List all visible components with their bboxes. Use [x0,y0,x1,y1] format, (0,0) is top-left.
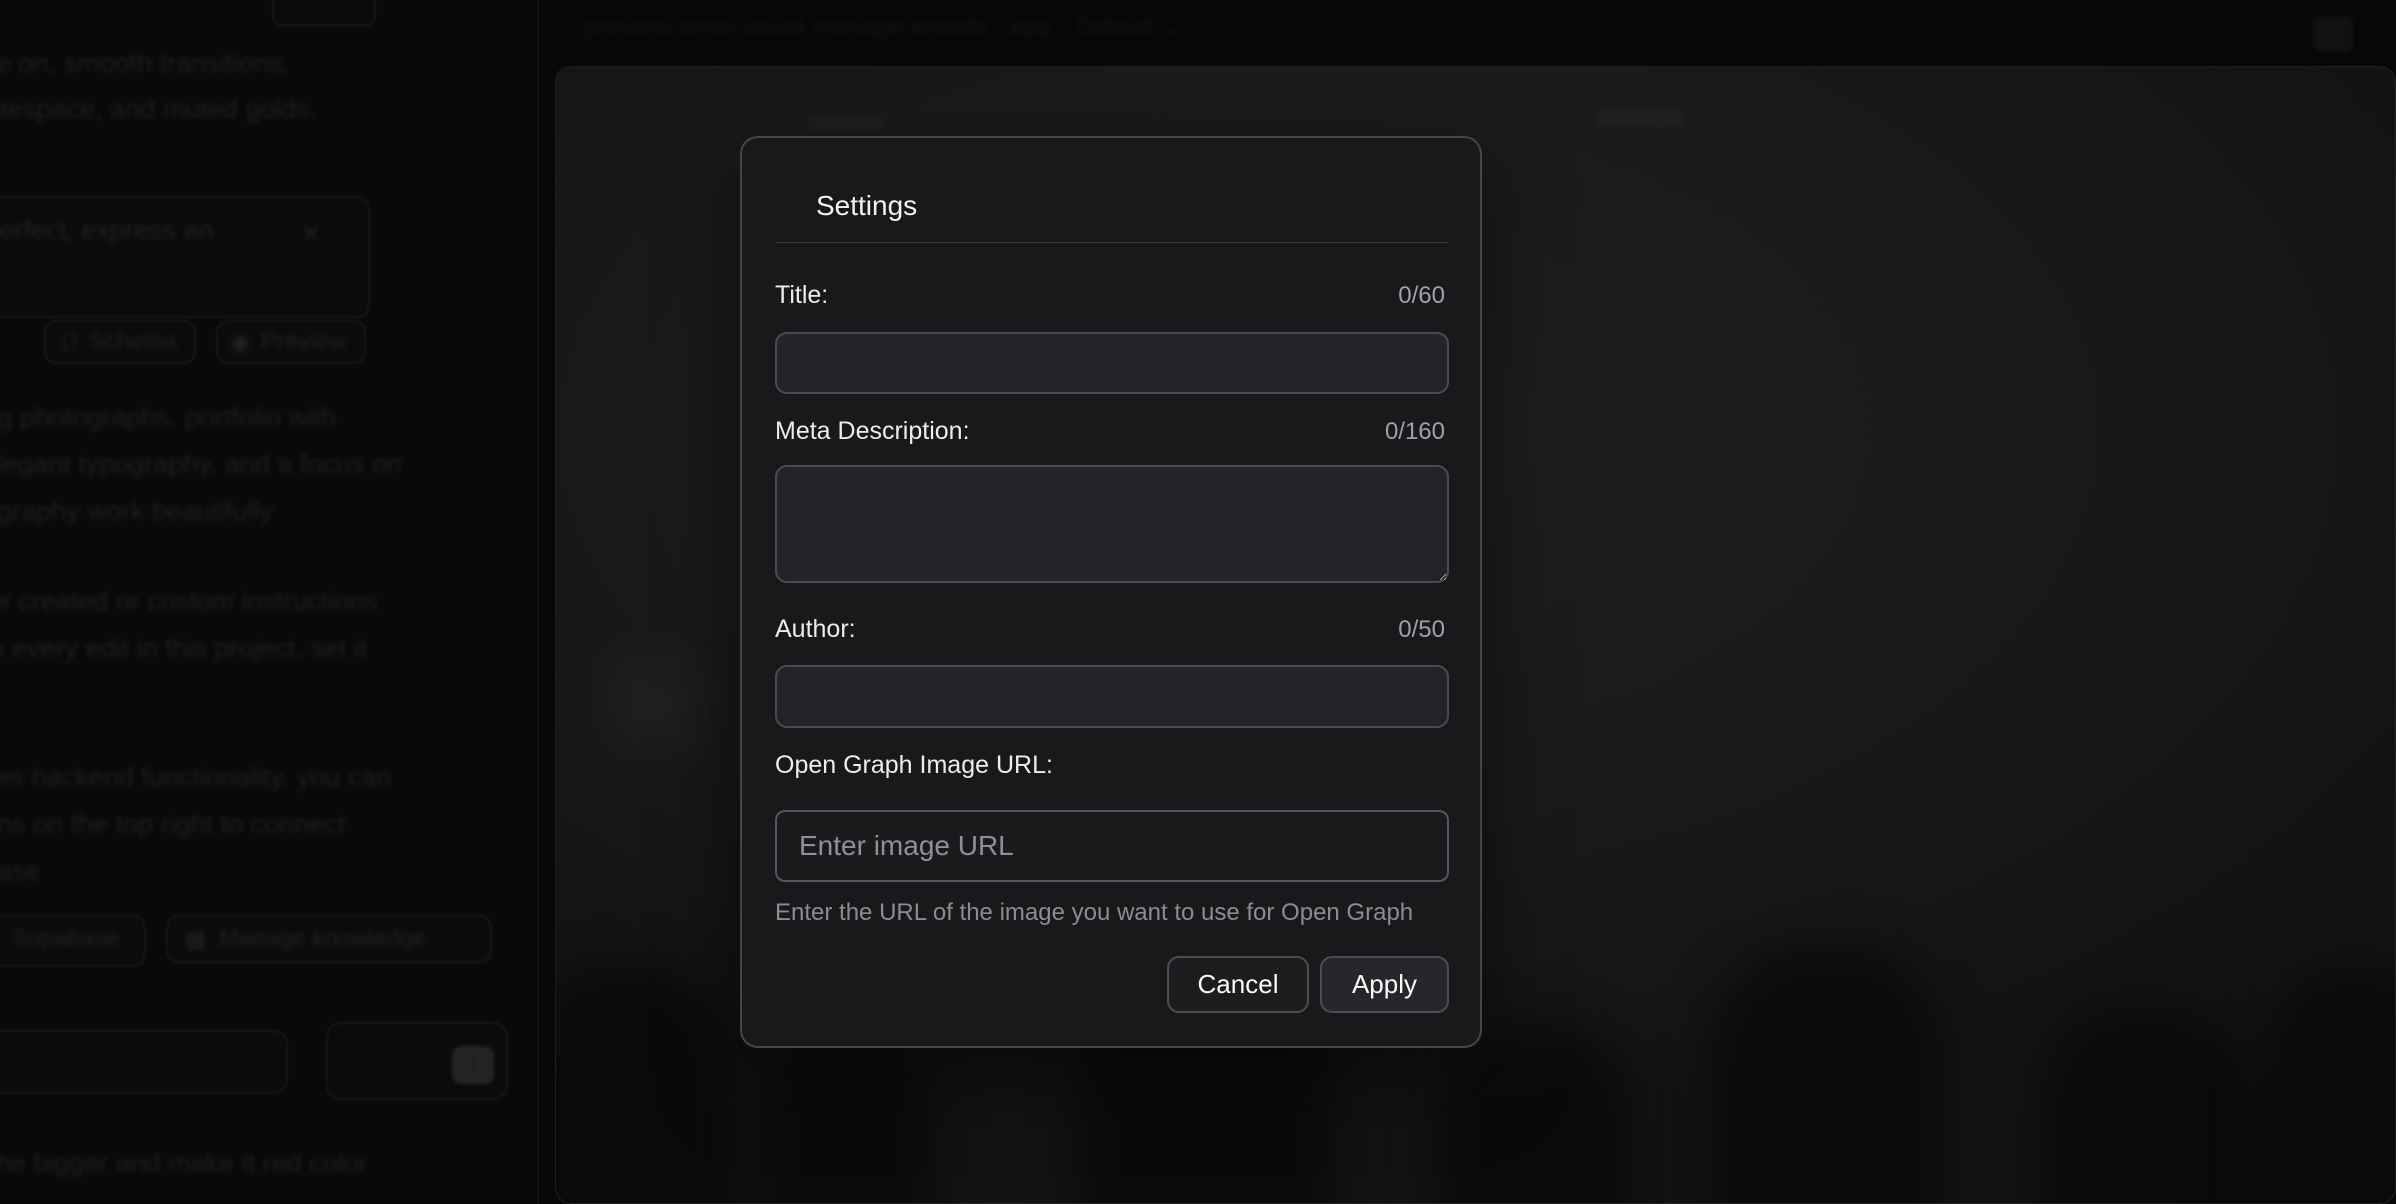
title-char-counter: 0/60 [1398,282,1445,310]
chat-message-text: ng photographs, portfolio with [0,402,336,433]
chat-message-text: type on, smooth transitions, [0,48,290,79]
author-char-counter: 0/50 [1398,616,1445,644]
send-icon: ↑ [468,1052,479,1078]
og-image-url-helper-text: Enter the URL of the image you want to u… [775,899,1413,927]
notice-card-text: perfect, express an [0,215,214,246]
dialog-title: Settings [816,190,917,222]
tree-silhouette [2256,963,2396,1204]
eye-icon: ◉ [230,328,251,357]
code-icon: ⟨⟩ [60,328,79,357]
chat-user-prompt: the bigger and make it red color [0,1148,368,1179]
title-field-label: Title: [775,281,828,310]
meta-description-char-counter: 0/160 [1385,418,1445,446]
chat-message-text: elegant typography, and a focus on [0,449,402,480]
chat-message-text: to every edit in this project, set it [0,633,368,664]
project-url: preview-write-visual-manage-knowle...app [585,13,1052,41]
title-input[interactable] [775,332,1449,394]
background-blob [806,115,886,131]
toggle-preview-label: Preview [261,328,346,356]
background-glow [574,622,734,782]
manage-knowledge-button[interactable]: ▦ Manage knowledge [166,915,492,963]
sidebar-tab[interactable] [272,0,376,26]
author-input[interactable] [775,665,1449,728]
environment-selector: · Default ⌄ [1059,13,1181,41]
og-image-url-input[interactable] [775,810,1449,882]
divider [775,242,1449,243]
meta-description-field-label: Meta Description: [775,417,970,446]
chat-input[interactable] [0,1030,288,1094]
manage-knowledge-label: Manage knowledge [219,925,427,953]
tree-silhouette [1706,943,1946,1204]
og-image-url-field-label: Open Graph Image URL: [775,751,1053,780]
chat-message-text: whitespace, and muted golds. [0,94,317,125]
meta-description-textarea[interactable] [775,465,1449,583]
knowledge-icon: ▦ [184,925,207,954]
project-url-breadcrumb[interactable]: preview-write-visual-manage-knowle...app… [585,12,1181,42]
chat-message-text: ve created or custom instructions [0,586,378,617]
chat-message-text: ography work beautifully [0,496,273,527]
window-control-icon[interactable] [2312,16,2354,52]
supabase-button-label: Supabase [12,925,120,953]
tree-silhouette [756,1043,936,1204]
tree-silhouette [2036,1003,2256,1204]
author-field-label: Author: [775,615,856,644]
chat-message-text: ons on the top right to connect [0,809,345,840]
chat-message-text: ses backend functionality, you can [0,762,391,793]
tree-silhouette [555,963,736,1204]
toggle-preview[interactable]: ◉ Preview [216,320,366,364]
tree-silhouette [1436,1023,1636,1204]
chat-message-text: base [0,856,41,887]
toggle-schema[interactable]: ⟨⟩ Schema [44,320,196,364]
close-icon[interactable]: ✕ [300,218,322,249]
sidebar-chat-panel: type on, smooth transitions, whitespace,… [0,0,539,1204]
supabase-button[interactable]: Supabase [0,915,146,967]
cancel-button[interactable]: Cancel [1167,956,1309,1013]
background-blob [1596,109,1686,127]
settings-dialog: Settings Title: 0/60 Meta Description: 0… [740,136,1482,1048]
toggle-schema-label: Schema [89,328,177,356]
apply-button[interactable]: Apply [1320,956,1449,1013]
send-button[interactable]: ↑ [452,1046,494,1084]
app-window: type on, smooth transitions, whitespace,… [0,0,2396,1204]
